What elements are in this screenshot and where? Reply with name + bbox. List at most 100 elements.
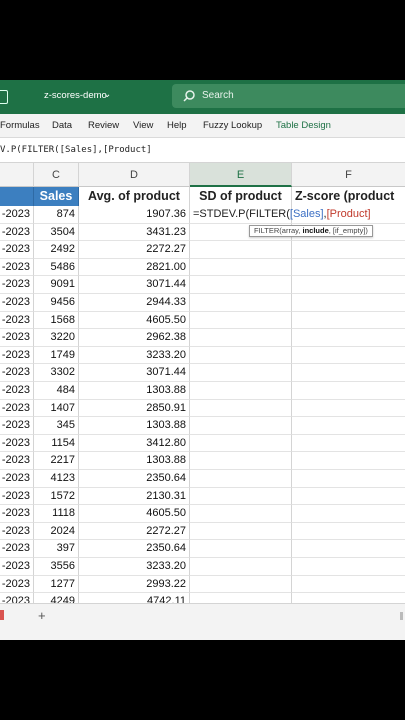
document-name[interactable]: z-scores-demo	[44, 90, 107, 101]
date-cell[interactable]: -2023	[0, 575, 34, 594]
z-score-cell[interactable]	[292, 593, 405, 603]
column-header-d[interactable]: D	[79, 163, 190, 187]
z-score-cell[interactable]	[292, 417, 405, 435]
search-box[interactable]: Search	[172, 84, 405, 108]
tab-fuzzy-lookup[interactable]: Fuzzy Lookup	[203, 120, 262, 131]
sales-cell[interactable]: 9456	[34, 294, 79, 312]
sd-product-cell[interactable]	[190, 452, 292, 470]
sd-product-cell[interactable]	[190, 329, 292, 347]
avg-product-cell[interactable]: 2821.00	[79, 258, 190, 277]
avg-product-cell[interactable]: 2850.91	[79, 399, 190, 418]
table-header-sd-product[interactable]: SD of product	[190, 187, 292, 206]
z-score-cell[interactable]	[292, 259, 405, 277]
column-header-e[interactable]: E	[190, 163, 292, 187]
formula-text[interactable]: V.P(FILTER([Sales],[Product]	[0, 145, 152, 155]
avg-product-cell[interactable]: 2350.64	[79, 540, 190, 558]
z-score-cell[interactable]	[292, 540, 405, 558]
sd-product-cell[interactable]	[190, 311, 292, 330]
z-score-cell[interactable]	[292, 276, 405, 294]
avg-product-cell[interactable]: 2962.38	[79, 329, 190, 347]
avg-product-cell[interactable]: 3071.44	[79, 276, 190, 294]
sales-cell[interactable]: 1118	[34, 505, 79, 523]
z-score-cell[interactable]	[292, 435, 405, 453]
avg-product-cell[interactable]: 1303.88	[79, 382, 190, 400]
date-cell[interactable]: -2023	[0, 505, 34, 523]
column-header-c[interactable]: C	[34, 163, 79, 187]
avg-product-cell[interactable]: 4605.50	[79, 505, 190, 523]
table-header-sales[interactable]: Sales	[34, 187, 79, 206]
date-cell[interactable]: -2023	[0, 470, 34, 488]
formula-bar[interactable]: V.P(FILTER([Sales],[Product]	[0, 138, 405, 163]
sales-cell[interactable]: 5486	[34, 258, 79, 277]
sd-product-cell[interactable]	[190, 276, 292, 294]
sd-product-cell[interactable]	[190, 346, 292, 365]
sd-product-cell[interactable]	[190, 522, 292, 541]
sd-product-cell[interactable]	[190, 241, 292, 259]
z-score-cell[interactable]	[292, 400, 405, 418]
avg-product-cell[interactable]: 1303.88	[79, 417, 190, 435]
z-score-cell[interactable]	[292, 312, 405, 330]
z-score-cell[interactable]	[292, 382, 405, 400]
avg-product-cell[interactable]: 2350.64	[79, 470, 190, 488]
date-cell[interactable]: -2023	[0, 294, 34, 312]
date-cell[interactable]: -2023	[0, 329, 34, 347]
date-cell[interactable]: -2023	[0, 487, 34, 506]
sales-cell[interactable]: 4249	[34, 593, 79, 603]
sd-product-cell[interactable]	[190, 575, 292, 594]
tab-view[interactable]: View	[133, 120, 153, 131]
chevron-down-icon[interactable]: ⌄	[103, 89, 111, 100]
z-score-cell[interactable]	[292, 558, 405, 576]
sales-cell[interactable]: 2024	[34, 522, 79, 541]
tab-help[interactable]: Help	[167, 120, 187, 131]
z-score-cell[interactable]	[292, 364, 405, 382]
date-cell[interactable]: -2023	[0, 276, 34, 294]
sales-cell[interactable]: 3302	[34, 364, 79, 382]
avg-product-cell[interactable]: 2130.31	[79, 487, 190, 506]
avg-product-cell[interactable]: 3233.20	[79, 346, 190, 365]
z-score-cell[interactable]	[292, 523, 405, 541]
spreadsheet-grid[interactable]: C D E F Sales Avg. of product SD of prod…	[0, 163, 405, 603]
sales-cell[interactable]: 4123	[34, 470, 79, 488]
date-cell[interactable]: -2023	[0, 364, 34, 382]
date-cell[interactable]: -2023	[0, 399, 34, 418]
sd-product-cell[interactable]	[190, 434, 292, 453]
sd-product-cell[interactable]	[190, 593, 292, 603]
table-header-z-score[interactable]: Z-score (product	[292, 187, 405, 206]
z-score-cell[interactable]	[292, 347, 405, 365]
date-cell[interactable]: -2023	[0, 434, 34, 453]
avg-product-cell[interactable]: 3071.44	[79, 364, 190, 382]
add-sheet-button[interactable]: +	[38, 608, 46, 623]
sd-product-cell[interactable]	[190, 470, 292, 488]
sd-product-cell[interactable]	[190, 487, 292, 506]
table-header-date[interactable]	[0, 187, 34, 206]
z-score-cell[interactable]	[292, 576, 405, 594]
sd-product-cell[interactable]	[190, 558, 292, 576]
avg-product-cell[interactable]: 4605.50	[79, 311, 190, 330]
avg-product-cell[interactable]: 3233.20	[79, 558, 190, 576]
sd-product-cell[interactable]	[190, 294, 292, 312]
function-tooltip[interactable]: FILTER(array, include, [if_empty])	[249, 225, 373, 237]
sd-product-cell[interactable]	[190, 258, 292, 277]
sd-product-cell[interactable]	[190, 540, 292, 558]
date-cell[interactable]: -2023	[0, 417, 34, 435]
sales-cell[interactable]: 397	[34, 540, 79, 558]
tab-data[interactable]: Data	[52, 120, 72, 131]
avg-product-cell[interactable]: 4742.11	[79, 593, 190, 603]
sales-cell[interactable]: 2217	[34, 452, 79, 470]
z-score-cell[interactable]	[292, 452, 405, 470]
sales-cell[interactable]: 484	[34, 382, 79, 400]
date-cell[interactable]: -2023	[0, 223, 34, 242]
date-cell[interactable]: -2023	[0, 382, 34, 400]
date-cell[interactable]: -2023	[0, 206, 34, 224]
sd-product-cell[interactable]	[190, 417, 292, 435]
avg-product-cell[interactable]: 3431.23	[79, 223, 190, 242]
date-cell[interactable]: -2023	[0, 593, 34, 603]
avg-product-cell[interactable]: 3412.80	[79, 434, 190, 453]
column-header-b[interactable]	[0, 163, 34, 187]
sales-cell[interactable]: 1568	[34, 311, 79, 330]
sales-cell[interactable]: 345	[34, 417, 79, 435]
sales-cell[interactable]: 2492	[34, 241, 79, 259]
date-cell[interactable]: -2023	[0, 241, 34, 259]
date-cell[interactable]: -2023	[0, 311, 34, 330]
avg-product-cell[interactable]: 2272.27	[79, 522, 190, 541]
